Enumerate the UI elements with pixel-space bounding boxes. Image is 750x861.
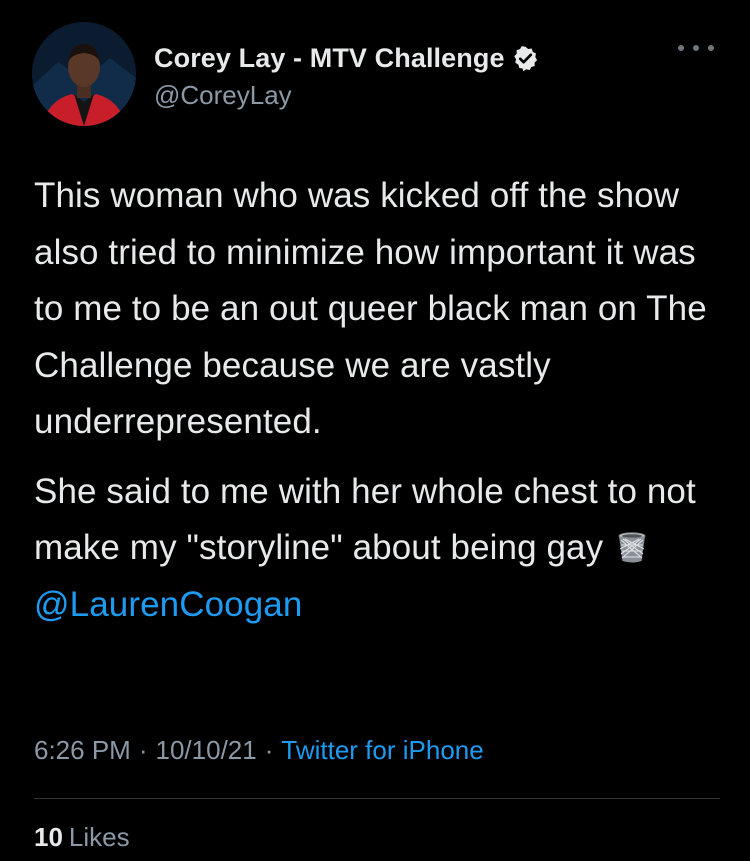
more-dot: [678, 45, 684, 51]
more-options-icon[interactable]: [678, 38, 714, 58]
tweet-text: This woman who was kicked off the show a…: [34, 168, 724, 633]
mention-link[interactable]: @LaurenCoogan: [34, 585, 302, 624]
display-name[interactable]: Corey Lay - MTV Challenge: [154, 43, 505, 74]
tweet-paragraph: This woman who was kicked off the show a…: [34, 176, 707, 441]
tweet-metadata: 6:26 PM · 10/10/21 · Twitter for iPhone: [34, 735, 484, 766]
author-names: Corey Lay - MTV Challenge @CoreyLay: [154, 42, 539, 111]
tweet-paragraph-text: She said to me with her whole chest to n…: [34, 471, 696, 568]
user-handle[interactable]: @CoreyLay: [154, 80, 539, 111]
tweet: Corey Lay - MTV Challenge @CoreyLay This…: [0, 0, 750, 861]
likes-count: 10: [34, 822, 63, 852]
likes-stat[interactable]: 10 Likes: [34, 822, 130, 853]
tweet-source-link[interactable]: Twitter for iPhone: [281, 735, 483, 766]
meta-separator: ·: [138, 735, 148, 765]
more-dot: [708, 45, 714, 51]
verified-badge-icon: [512, 45, 539, 72]
tweet-time[interactable]: 6:26 PM: [34, 735, 131, 766]
display-name-row: Corey Lay - MTV Challenge: [154, 42, 539, 74]
tweet-paragraph: She said to me with her whole chest to n…: [34, 464, 724, 634]
tweet-date[interactable]: 10/10/21: [156, 735, 257, 766]
avatar[interactable]: [32, 22, 136, 126]
likes-label: Likes: [68, 822, 130, 852]
divider: [34, 798, 720, 799]
meta-separator: ·: [264, 735, 274, 765]
profile-photo-icon: [32, 22, 136, 126]
tweet-header: Corey Lay - MTV Challenge @CoreyLay: [32, 22, 722, 126]
more-dot: [693, 45, 699, 51]
wastebasket-icon: [615, 525, 649, 563]
